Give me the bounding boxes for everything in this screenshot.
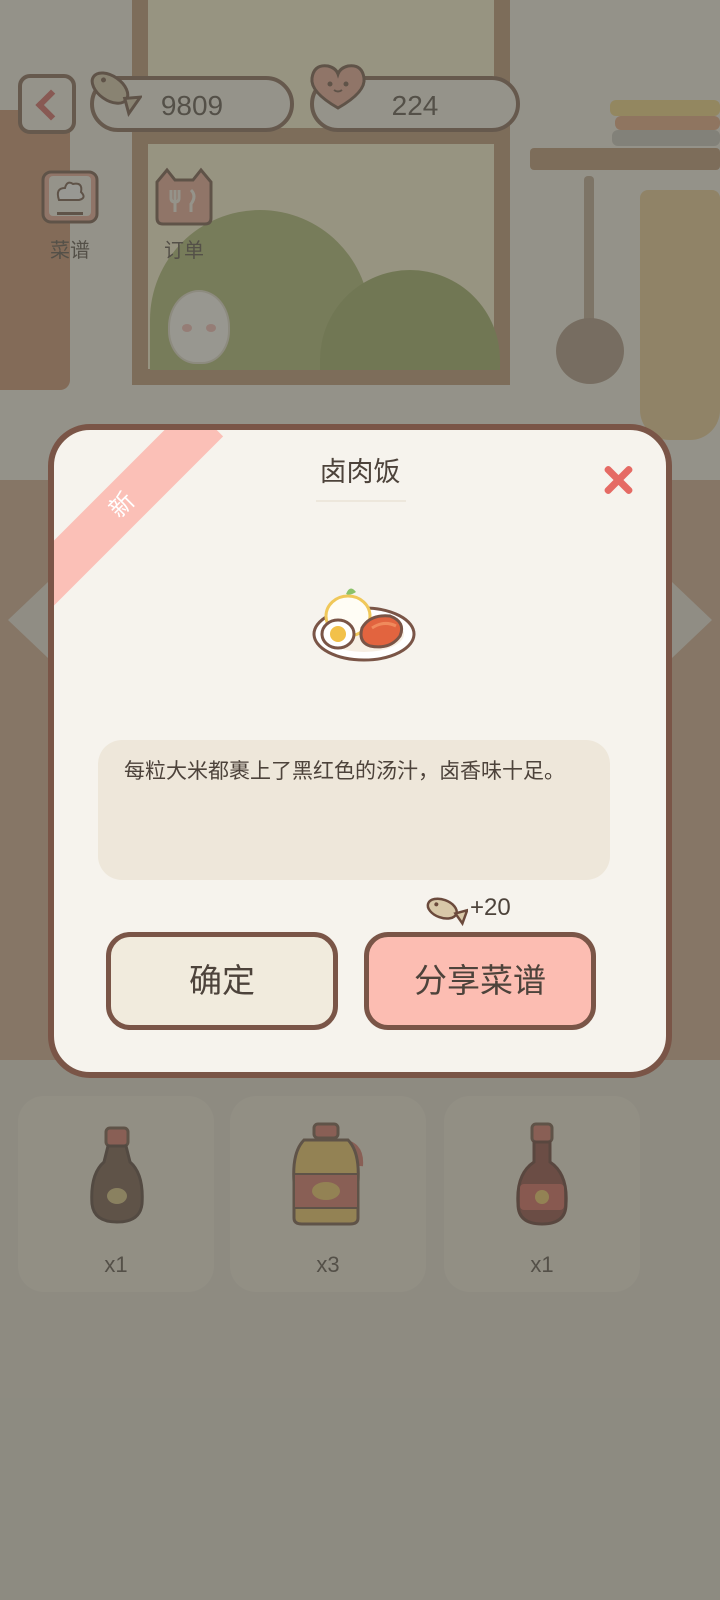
dish-description-box: 每粒大米都裹上了黑红色的汤汁，卤香味十足。 [98,740,610,880]
fish-currency-icon [426,897,468,927]
title-divider [316,500,406,502]
braised-pork-rice-dish-icon [312,588,416,662]
close-icon[interactable] [600,462,636,498]
dish-description: 每粒大米都裹上了黑红色的汤汁，卤香味十足。 [124,759,565,783]
new-recipe-dialog: 新 卤肉饭 每粒大米都裹上了黑红色的汤汁，卤香味十足。 +20 确定 分享菜谱 [48,424,672,1078]
reward-amount: +20 [470,894,511,921]
share-recipe-button[interactable]: 分享菜谱 [364,932,596,1030]
dish-title: 卤肉饭 [319,457,401,488]
confirm-button[interactable]: 确定 [106,932,338,1030]
share-reward: +20 [424,890,544,930]
